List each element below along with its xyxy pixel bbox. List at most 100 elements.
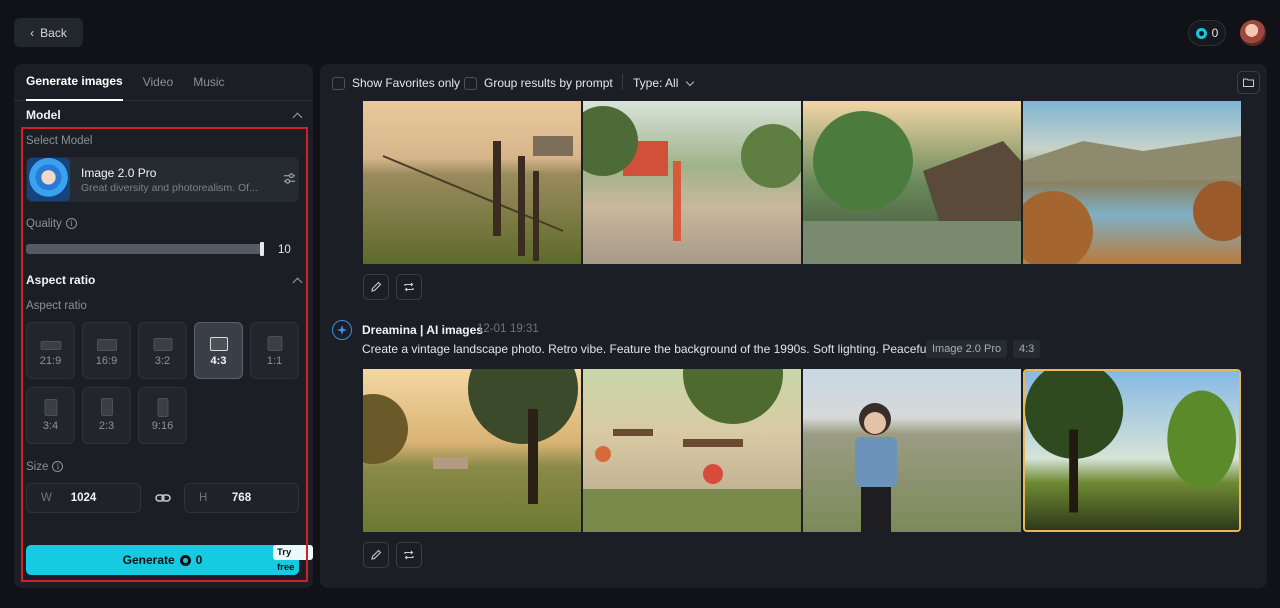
size-label: Size (26, 461, 49, 473)
coin-icon (179, 554, 191, 566)
chevron-up-icon (292, 277, 303, 287)
group-label: Group results by prompt (484, 76, 613, 90)
model-name: Image 2.0 Pro (81, 166, 157, 180)
ratio-option-2-3[interactable]: 2:3 (82, 387, 131, 444)
ratio-option-21-9[interactable]: 21:9 (26, 322, 75, 379)
info-icon[interactable]: i (65, 218, 77, 230)
quality-label: Quality (26, 218, 62, 230)
ratio-option-3-4[interactable]: 3:4 (26, 387, 75, 444)
divider (622, 74, 623, 90)
height-value: 768 (231, 492, 252, 504)
generated-image[interactable] (803, 101, 1021, 264)
ratio-label: 2:3 (98, 420, 115, 432)
height-field[interactable]: H 768 (184, 483, 299, 513)
link-icon[interactable] (155, 492, 171, 504)
ratio-tag: 4:3 (1013, 340, 1041, 358)
regenerate-button[interactable] (396, 274, 422, 300)
repeat-icon (404, 282, 414, 292)
coin-icon (1195, 27, 1207, 39)
ratio-label: 9:16 (151, 420, 174, 432)
folder-icon (1243, 78, 1254, 87)
ratio-shape (40, 341, 61, 350)
chevron-up-icon (292, 112, 303, 122)
generated-image[interactable] (583, 369, 801, 532)
pencil-icon (371, 549, 382, 560)
credits-badge[interactable]: 0 (1188, 20, 1226, 46)
model-selector[interactable]: Image 2.0 Pro Great diversity and photor… (26, 157, 299, 202)
aspect-section-header[interactable]: Aspect ratio (14, 267, 313, 293)
ratio-option-1-1[interactable]: 1:1 (250, 322, 299, 379)
width-field[interactable]: W 1024 (26, 483, 141, 513)
chevron-left-icon: ‹ (30, 25, 35, 40)
edit-button[interactable] (363, 274, 389, 300)
ratio-shape (209, 337, 228, 351)
back-button[interactable]: ‹ Back (14, 18, 83, 47)
type-dropdown[interactable]: Type: All (633, 76, 695, 90)
generated-image[interactable] (363, 369, 581, 532)
ratio-shape (44, 399, 57, 416)
dreamina-logo-icon (332, 320, 352, 340)
ratio-label: 3:2 (154, 355, 171, 367)
repeat-icon (404, 550, 414, 560)
model-description: Great diversity and photorealism. Of... (81, 182, 258, 194)
model-section-title: Model (26, 108, 61, 122)
ratio-label: 4:3 (210, 355, 227, 367)
try-free-badge: Try free (273, 545, 313, 573)
avatar[interactable] (1240, 20, 1266, 46)
ratio-label: 16:9 (95, 355, 118, 367)
type-label: Type: All (633, 76, 679, 90)
tab-video[interactable]: Video (143, 64, 173, 101)
ratio-label: 3:4 (42, 420, 59, 432)
group-checkbox[interactable] (464, 76, 477, 90)
generated-image[interactable] (583, 101, 801, 264)
ratio-shape (100, 398, 113, 416)
pencil-icon (371, 281, 382, 292)
quality-label-row: Quality i (26, 218, 77, 230)
generated-image[interactable] (363, 101, 581, 264)
ratio-shape (157, 398, 168, 417)
ratio-label: 21:9 (39, 355, 62, 367)
ratio-option-4-3[interactable]: 4:3 (194, 322, 243, 379)
favorites-filter[interactable]: Show Favorites only (332, 76, 460, 90)
aspect-section-title: Aspect ratio (26, 273, 96, 287)
model-tag: Image 2.0 Pro (926, 340, 1008, 358)
generate-button[interactable]: Generate 0 (26, 545, 299, 575)
tab-generate-images[interactable]: Generate images (26, 64, 123, 101)
aspect-ratio-label: Aspect ratio (26, 300, 87, 312)
generate-cost: 0 (195, 553, 203, 567)
model-section-header[interactable]: Model (14, 102, 313, 128)
ratio-shape (267, 336, 282, 351)
edit-button[interactable] (363, 542, 389, 568)
results-panel: Show Favorites only Group results by pro… (320, 64, 1267, 588)
back-label: Back (40, 25, 67, 40)
width-value: 1024 (70, 492, 97, 504)
model-thumbnail (27, 158, 70, 201)
sliders-icon[interactable] (283, 172, 296, 185)
ratio-option-16-9[interactable]: 16:9 (82, 322, 131, 379)
ratio-option-3-2[interactable]: 3:2 (138, 322, 187, 379)
result-date: 12-01 (477, 323, 507, 335)
generated-image[interactable] (1023, 369, 1241, 532)
credits-count: 0 (1211, 26, 1219, 40)
quality-slider[interactable] (26, 244, 263, 254)
result-time: 19:31 (510, 323, 539, 335)
select-model-label: Select Model (26, 135, 93, 147)
regenerate-button[interactable] (396, 542, 422, 568)
generated-image[interactable] (803, 369, 1021, 532)
result-prompt[interactable]: Create a vintage landscape photo. Retro … (362, 342, 958, 356)
tab-music[interactable]: Music (193, 64, 224, 101)
favorites-label: Show Favorites only (352, 76, 461, 90)
quality-slider-handle[interactable] (260, 242, 264, 256)
mode-tabs: Generate images Video Music (14, 64, 313, 101)
ratio-shape (153, 338, 172, 351)
group-filter[interactable]: Group results by prompt (464, 76, 613, 90)
generated-image[interactable] (1023, 101, 1241, 264)
folder-button[interactable] (1237, 71, 1260, 94)
favorites-checkbox[interactable] (332, 76, 345, 90)
quality-value: 10 (278, 244, 291, 256)
chevron-down-icon (686, 77, 695, 86)
ratio-option-9-16[interactable]: 9:16 (138, 387, 187, 444)
ratio-label: 1:1 (266, 355, 283, 367)
generate-label: Generate (122, 553, 175, 567)
info-icon[interactable]: i (52, 461, 64, 473)
